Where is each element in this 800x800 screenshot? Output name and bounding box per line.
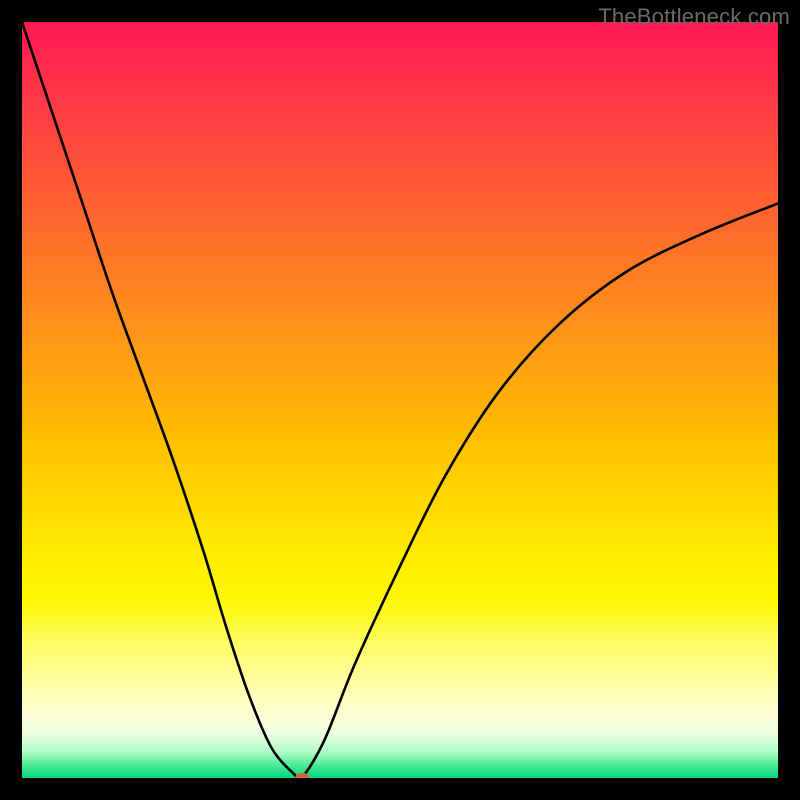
chart-frame: TheBottleneck.com — [0, 0, 800, 800]
curve-path — [22, 22, 778, 778]
plot-area — [22, 22, 778, 778]
bottleneck-curve — [22, 22, 778, 778]
optimal-marker — [295, 773, 309, 778]
watermark-text: TheBottleneck.com — [598, 4, 790, 30]
